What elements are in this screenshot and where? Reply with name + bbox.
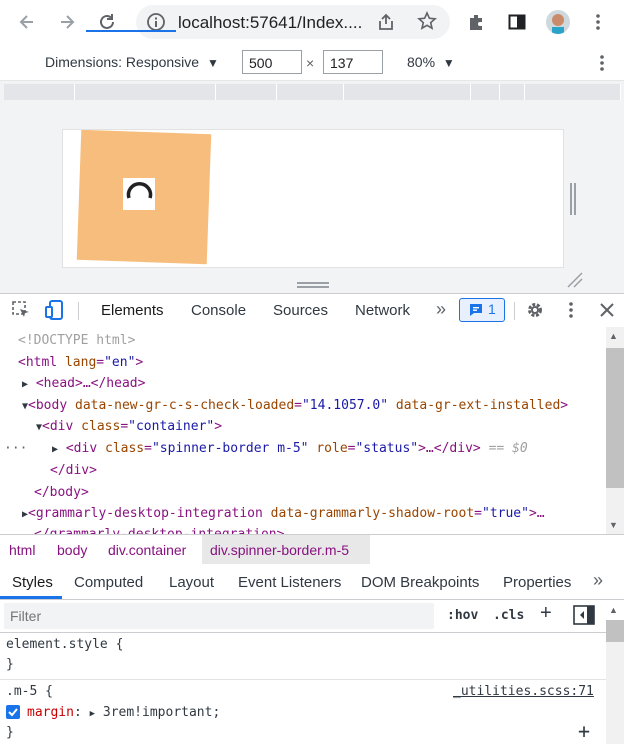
forward-arrow-icon[interactable] — [53, 8, 81, 36]
tab-event-listeners[interactable]: Event Listeners — [238, 574, 341, 591]
dom-scrollbar-thumb[interactable] — [606, 348, 624, 488]
dom-row-menu-icon[interactable]: ··· — [4, 438, 27, 459]
dom-div-spinner[interactable]: ▶ <div class="spinner-border m-5" role="… — [52, 438, 528, 459]
dom-div-container[interactable]: ▼<div class="container"> — [36, 416, 222, 437]
tab-elements[interactable]: Elements — [101, 302, 164, 319]
dom-body[interactable]: ▼<body data-new-gr-c-s-check-loaded="14.… — [22, 395, 568, 416]
width-input[interactable]: 500 — [242, 50, 302, 74]
expand-triangle-icon[interactable]: ▶ — [22, 379, 28, 390]
device-toggle-icon[interactable] — [44, 299, 66, 325]
checkmark-icon — [8, 708, 18, 717]
m5-selector[interactable]: .m-5 { — [6, 684, 53, 699]
message-icon — [470, 304, 482, 316]
device-more-icon[interactable] — [592, 53, 612, 76]
dom-doctype[interactable]: <!DOCTYPE html> — [18, 330, 135, 351]
times-sign: × — [306, 55, 315, 71]
tab-network[interactable]: Network — [355, 302, 410, 319]
add-declaration-button[interactable]: + — [578, 719, 590, 743]
info-icon[interactable] — [146, 12, 166, 37]
media-query-bar[interactable] — [0, 81, 624, 103]
issues-badge[interactable]: 1 — [459, 298, 505, 322]
spinner — [123, 178, 155, 210]
styles-rules: element.style { } .m-5 { _utilities.scss… — [0, 633, 606, 744]
dom-head[interactable]: ▶ <head>…</head> — [22, 373, 145, 394]
sidepanel-icon[interactable] — [507, 12, 527, 37]
star-icon[interactable] — [417, 11, 437, 36]
dimensions-label: Dimensions: Responsive — [45, 54, 200, 70]
styles-scroll-up-icon[interactable]: ▲ — [609, 605, 618, 615]
breadcrumb-html[interactable]: html — [9, 542, 35, 558]
settings-gear-icon[interactable] — [525, 300, 545, 324]
selected-marker: == $0 — [488, 441, 528, 456]
tab-layout[interactable]: Layout — [169, 574, 214, 591]
styles-filter-input[interactable] — [4, 603, 434, 629]
kebab-menu-icon[interactable] — [588, 12, 608, 37]
styles-scrollbar-track[interactable] — [606, 633, 624, 744]
resize-handle-bottom[interactable] — [297, 276, 329, 288]
expand-value-icon[interactable]: ▶ — [90, 709, 95, 719]
margin-checkbox[interactable] — [6, 705, 20, 719]
margin-value: 3rem!important; — [102, 705, 221, 720]
element-style-close: } — [6, 657, 14, 672]
dom-div-close[interactable]: </div> — [50, 460, 97, 481]
breadcrumb-div-spinner[interactable]: div.spinner-border.m-5 — [210, 542, 349, 558]
m5-source-link[interactable]: _utilities.scss:71 — [453, 684, 594, 699]
dom-tree: <!DOCTYPE html> <html lang="en"> ▶ <head… — [0, 327, 606, 534]
tab-dom-breakpoints[interactable]: DOM Breakpoints — [361, 574, 479, 591]
styles-scrollbar-thumb[interactable] — [606, 620, 624, 642]
spinner-icon — [126, 182, 153, 199]
dom-html[interactable]: <html lang="en"> — [18, 352, 143, 373]
zoom-dropdown[interactable]: 80% ▼ — [407, 54, 455, 70]
zoom-label: 80% — [407, 54, 436, 70]
more-tabs-icon[interactable]: » — [436, 299, 446, 320]
margin-property: margin — [27, 705, 74, 720]
breadcrumb-div-container[interactable]: div.container — [108, 542, 186, 558]
tab-computed[interactable]: Computed — [74, 574, 143, 591]
new-style-rule-button[interactable]: + — [540, 602, 552, 625]
url-text[interactable]: localhost:57641/Index.... — [178, 13, 368, 33]
devtools-menu-icon[interactable] — [561, 300, 581, 324]
dom-grammarly[interactable]: ▶<grammarly-desktop-integration data-gra… — [22, 503, 545, 524]
active-tab-indicator — [86, 30, 176, 32]
more-styles-tabs-icon[interactable]: » — [593, 570, 603, 591]
address-bar[interactable]: localhost:57641/Index.... — [136, 5, 450, 39]
hov-button[interactable]: :hov — [447, 608, 478, 623]
browser-toolbar: localhost:57641/Index.... — [0, 0, 624, 46]
toggle-sidebar-icon[interactable] — [573, 605, 595, 630]
issues-count: 1 — [488, 301, 496, 317]
tab-styles[interactable]: Styles — [12, 574, 53, 591]
devtools-tabbar: Elements Console Sources Network » — [0, 293, 624, 328]
margin-declaration[interactable]: margin: ▶ 3rem!important; — [27, 705, 220, 720]
dimensions-dropdown[interactable]: Dimensions: Responsive ▼ — [45, 54, 219, 70]
caret-down-icon: ▼ — [442, 56, 455, 70]
avatar[interactable] — [546, 10, 570, 34]
expand-triangle-icon[interactable]: ▶ — [52, 444, 58, 455]
tab-console[interactable]: Console — [191, 302, 246, 319]
dom-body-close[interactable]: </body> — [34, 482, 89, 503]
scroll-up-icon[interactable]: ▲ — [609, 331, 618, 341]
styles-tabbar: Styles Computed Layout Event Listeners D… — [0, 565, 624, 600]
back-arrow-icon[interactable] — [13, 8, 41, 36]
scroll-down-icon[interactable]: ▼ — [609, 520, 618, 530]
element-style-selector[interactable]: element.style { — [6, 637, 123, 652]
caret-down-icon: ▼ — [206, 56, 219, 70]
m5-close: } — [6, 725, 14, 740]
inspect-element-icon[interactable] — [11, 300, 31, 324]
tab-sources[interactable]: Sources — [273, 302, 328, 319]
cls-button[interactable]: .cls — [493, 608, 524, 623]
styles-active-indicator — [0, 596, 62, 599]
breadcrumb-body[interactable]: body — [57, 542, 87, 558]
extensions-icon[interactable] — [467, 12, 487, 37]
close-devtools-icon[interactable] — [597, 300, 617, 324]
resize-corner-icon[interactable] — [566, 272, 584, 288]
device-toolbar: Dimensions: Responsive ▼ 500 × 137 80% ▼ — [0, 46, 624, 81]
resize-handle-right[interactable] — [569, 183, 577, 215]
dom-grammarly-close[interactable]: </grammarly-desktop-integration> — [34, 524, 284, 534]
share-icon[interactable] — [376, 12, 396, 37]
tab-properties[interactable]: Properties — [503, 574, 571, 591]
height-input[interactable]: 137 — [323, 50, 383, 74]
